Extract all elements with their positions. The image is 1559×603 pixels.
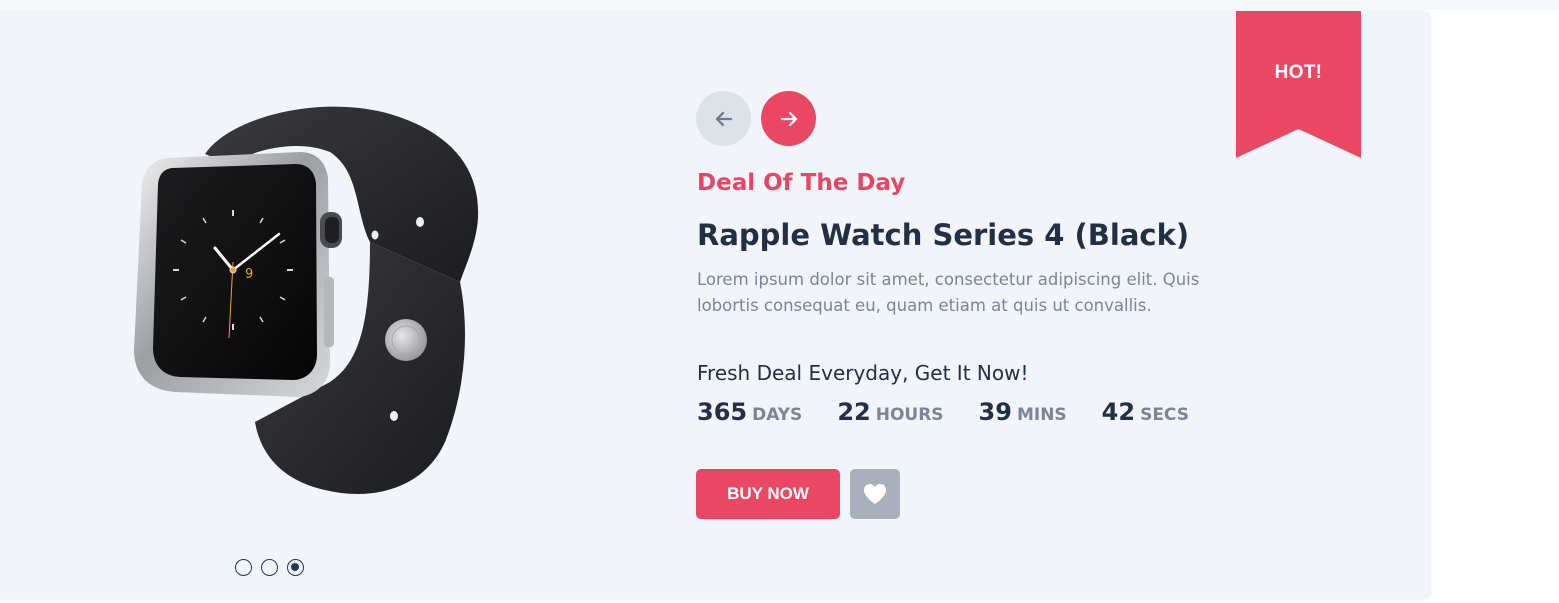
slider-dot[interactable]: [235, 559, 252, 576]
product-image: 9: [120, 92, 500, 512]
countdown-unit: HOURS: [875, 405, 944, 425]
slider-dot[interactable]: [261, 559, 278, 576]
countdown-mins: 39 MINS: [979, 398, 1067, 426]
countdown-value: 42: [1101, 398, 1136, 426]
watch-face-number: 9: [245, 267, 253, 282]
product-title: Rapple Watch Series 4 (Black): [697, 218, 1190, 252]
countdown-days: 365 DAYS: [697, 398, 802, 426]
deal-eyebrow: Deal Of The Day: [697, 170, 906, 196]
countdown-value: 39: [978, 398, 1012, 426]
countdown-unit: SECS: [1140, 405, 1189, 425]
slider-dot-active[interactable]: [287, 559, 304, 576]
countdown-unit: DAYS: [752, 405, 803, 425]
hot-badge: HOT!: [1236, 11, 1361, 158]
heart-icon: [864, 484, 886, 504]
countdown-hours: 22 HOURS: [837, 398, 943, 426]
arrow-right-icon: [780, 111, 797, 126]
countdown-unit: MINS: [1016, 405, 1067, 425]
buy-now-button[interactable]: BUY NOW: [696, 469, 840, 519]
product-description: Lorem ipsum dolor sit amet, consectetur …: [697, 270, 1200, 315]
countdown-value: 22: [837, 398, 871, 426]
countdown-timer: 365 DAYS 22 HOURS 39 MINS 42 SECS: [697, 398, 1224, 426]
page-top-strip: [0, 0, 1559, 10]
slider-pagination: [235, 559, 304, 576]
next-button[interactable]: [761, 91, 816, 146]
wishlist-button[interactable]: [850, 469, 900, 519]
previous-button[interactable]: [696, 91, 751, 146]
countdown-secs: 42 SECS: [1102, 398, 1189, 426]
deal-headline: Fresh Deal Everyday, Get It Now!: [697, 361, 1029, 385]
countdown-value: 365: [697, 398, 748, 426]
hot-badge-label: HOT!: [1274, 62, 1323, 83]
arrow-left-icon: [715, 111, 732, 126]
